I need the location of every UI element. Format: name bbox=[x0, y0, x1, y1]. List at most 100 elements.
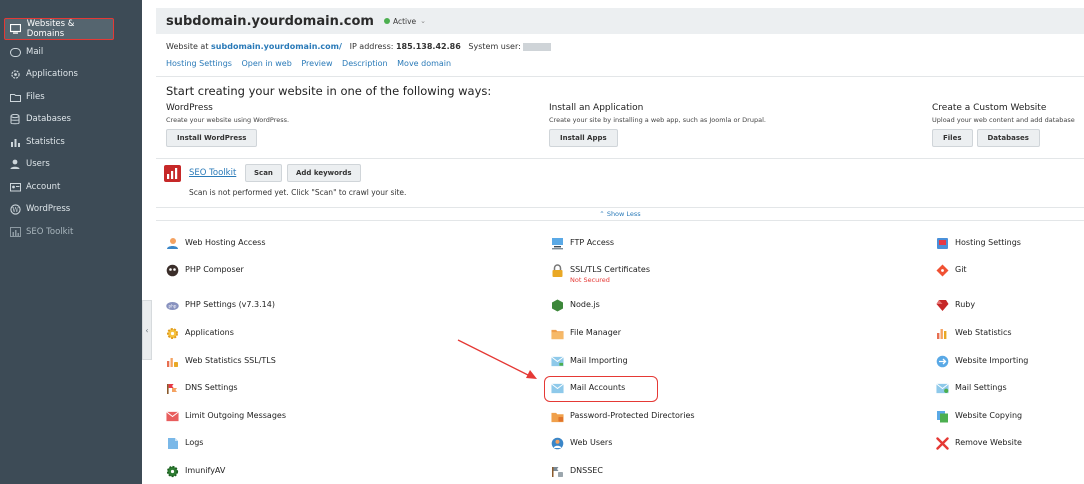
sidebar-item-label: Account bbox=[26, 182, 61, 192]
sidebar-item-statistics[interactable]: Statistics bbox=[0, 131, 142, 153]
install-app-desc: Create your site by installing a web app… bbox=[549, 116, 766, 124]
tool-ruby[interactable]: Ruby bbox=[936, 299, 975, 315]
tool-git[interactable]: Git bbox=[936, 264, 967, 280]
page-title: subdomain.yourdomain.com bbox=[166, 13, 374, 29]
show-less-label: Show Less bbox=[606, 210, 641, 218]
files-button[interactable]: Files bbox=[932, 129, 973, 147]
sidebar-item-seo-toolkit[interactable]: SEO Toolkit bbox=[0, 221, 142, 243]
sidebar-item-databases[interactable]: Databases bbox=[0, 108, 142, 130]
sidebar-item-users[interactable]: Users bbox=[0, 153, 142, 175]
tool-limit-outgoing-messages[interactable]: Limit Outgoing Messages bbox=[166, 410, 286, 426]
tool-dnssec[interactable]: DNSSEC bbox=[551, 465, 603, 481]
seo-scan-message: Scan is not performed yet. Click "Scan" … bbox=[189, 188, 407, 197]
databases-button[interactable]: Databases bbox=[976, 129, 1040, 147]
monitor-icon bbox=[10, 23, 22, 35]
install-wordpress-button[interactable]: Install WordPress bbox=[166, 129, 258, 147]
chevron-down-icon: ⌄ bbox=[420, 17, 427, 25]
tool-web-statistics[interactable]: Web Statistics bbox=[936, 327, 1012, 343]
svg-text:php: php bbox=[169, 303, 177, 308]
move-domain-link[interactable]: Move domain bbox=[397, 59, 451, 68]
add-keywords-button[interactable]: Add keywords bbox=[287, 164, 361, 182]
status-badge[interactable]: Active ⌄ bbox=[383, 17, 427, 26]
mail-import-icon bbox=[551, 355, 564, 368]
tool-web-statistics-ssl[interactable]: Web Statistics SSL/TLS bbox=[166, 355, 276, 371]
sidebar-collapse-handle[interactable]: ‹ bbox=[142, 300, 152, 360]
sidebar-item-label: WordPress bbox=[26, 204, 71, 214]
tool-php-settings[interactable]: php PHP Settings (v7.3.14) bbox=[166, 299, 275, 315]
tool-label: Node.js bbox=[570, 300, 600, 309]
copy-icon bbox=[936, 410, 949, 423]
ip-label: IP address: bbox=[349, 42, 394, 51]
website-info: Website at subdomain.yourdomain.com/ IP … bbox=[166, 42, 552, 51]
tool-ftp-access[interactable]: FTP Access bbox=[551, 237, 614, 253]
seo-toolkit-link[interactable]: SEO Toolkit bbox=[189, 168, 236, 178]
stats-lock-icon bbox=[166, 355, 179, 368]
remove-icon bbox=[936, 437, 949, 450]
website-url-link[interactable]: subdomain.yourdomain.com/ bbox=[211, 42, 342, 51]
open-in-web-link[interactable]: Open in web bbox=[242, 59, 292, 68]
sidebar-item-websites-domains[interactable]: Websites & Domains bbox=[4, 18, 114, 40]
scan-button[interactable]: Scan bbox=[245, 164, 282, 182]
tool-website-importing[interactable]: Website Importing bbox=[936, 355, 1028, 371]
hosting-settings-icon bbox=[936, 237, 949, 250]
dns-icon bbox=[166, 382, 179, 395]
custom-website-desc: Upload your web content and add database bbox=[932, 116, 1075, 124]
envelope-limit-icon bbox=[166, 410, 179, 423]
show-less-toggle[interactable]: ⌃ Show Less bbox=[156, 207, 1084, 221]
tool-imunifyav[interactable]: ImunifyAV bbox=[166, 465, 225, 481]
sidebar-item-applications[interactable]: Applications bbox=[0, 63, 142, 85]
tool-label: Applications bbox=[185, 328, 234, 337]
system-user-label: System user: bbox=[468, 42, 521, 51]
sidebar-item-wordpress[interactable]: W WordPress bbox=[0, 198, 142, 220]
tool-remove-website[interactable]: Remove Website bbox=[936, 437, 1022, 453]
wordpress-option: WordPress Create your website using Word… bbox=[166, 103, 289, 147]
database-icon bbox=[9, 113, 21, 125]
tool-label: PHP Composer bbox=[185, 265, 244, 274]
tool-label: ImunifyAV bbox=[185, 466, 226, 475]
description-link[interactable]: Description bbox=[342, 59, 388, 68]
sidebar: Websites & Domains Mail Applications Fil… bbox=[0, 0, 142, 484]
tool-ssl-tls-certificates[interactable]: SSL/TLS Certificates Not Secured bbox=[551, 263, 650, 284]
tool-logs[interactable]: Logs bbox=[166, 437, 203, 453]
sidebar-item-mail[interactable]: Mail bbox=[0, 41, 142, 63]
tool-php-composer[interactable]: PHP Composer bbox=[166, 264, 244, 280]
tool-label: Hosting Settings bbox=[955, 238, 1021, 247]
tool-label: Limit Outgoing Messages bbox=[185, 411, 286, 420]
tool-label: Password-Protected Directories bbox=[570, 411, 695, 420]
sidebar-item-files[interactable]: Files bbox=[0, 86, 142, 108]
mail-settings-icon bbox=[936, 382, 949, 395]
preview-link[interactable]: Preview bbox=[301, 59, 332, 68]
tool-mail-accounts[interactable]: Mail Accounts bbox=[551, 382, 625, 398]
tool-mail-settings[interactable]: Mail Settings bbox=[936, 382, 1007, 398]
tool-dns-settings[interactable]: DNS Settings bbox=[166, 382, 238, 398]
tool-web-users[interactable]: Web Users bbox=[551, 437, 612, 453]
chevron-up-icon: ⌃ bbox=[599, 210, 605, 218]
tool-hosting-settings[interactable]: Hosting Settings bbox=[936, 237, 1021, 253]
php-icon: php bbox=[166, 299, 179, 312]
tool-mail-importing[interactable]: Mail Importing bbox=[551, 355, 628, 371]
tool-nodejs[interactable]: Node.js bbox=[551, 299, 600, 315]
bar-chart-icon bbox=[936, 327, 949, 340]
tool-label: Web Statistics bbox=[955, 328, 1012, 337]
git-icon bbox=[936, 264, 949, 277]
install-app-title: Install an Application bbox=[549, 103, 644, 113]
composer-icon bbox=[166, 264, 179, 277]
shield-gear-icon bbox=[166, 465, 179, 478]
create-heading: Start creating your website in one of th… bbox=[166, 84, 492, 98]
protected-folder-icon bbox=[551, 410, 564, 423]
tool-website-copying[interactable]: Website Copying bbox=[936, 410, 1022, 426]
sidebar-item-account[interactable]: Account bbox=[0, 176, 142, 198]
tool-label: PHP Settings (v7.3.14) bbox=[185, 300, 275, 309]
tool-file-manager[interactable]: File Manager bbox=[551, 327, 621, 343]
install-apps-button[interactable]: Install Apps bbox=[549, 129, 618, 147]
tool-web-hosting-access[interactable]: Web Hosting Access bbox=[166, 237, 266, 253]
id-card-icon bbox=[9, 181, 21, 193]
tool-label: Remove Website bbox=[955, 438, 1022, 447]
sidebar-item-label: Statistics bbox=[26, 137, 65, 147]
hosting-settings-link[interactable]: Hosting Settings bbox=[166, 59, 232, 68]
tool-label: Website Importing bbox=[955, 356, 1029, 365]
sidebar-item-label: Users bbox=[26, 159, 50, 169]
tool-password-protected-directories[interactable]: Password-Protected Directories bbox=[551, 410, 695, 426]
tool-applications[interactable]: Applications bbox=[166, 327, 234, 343]
chevron-left-icon: ‹ bbox=[145, 325, 149, 335]
